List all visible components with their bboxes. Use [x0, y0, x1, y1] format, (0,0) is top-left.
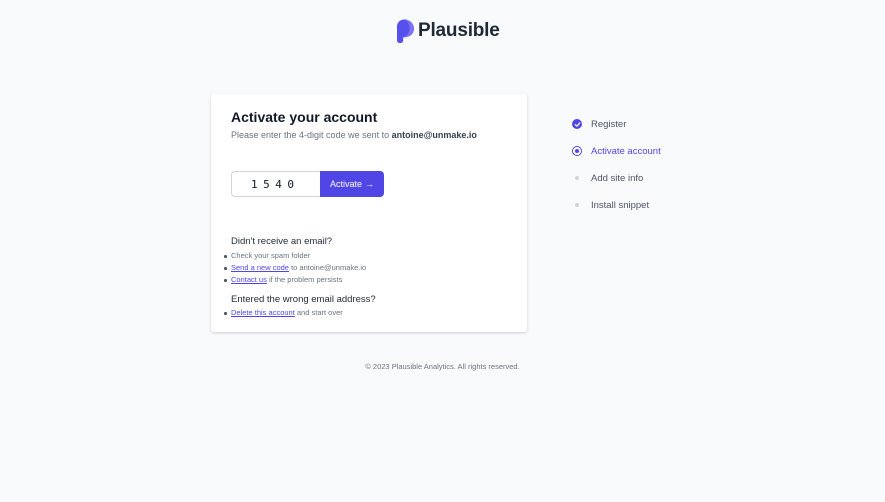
spam-folder-tip: Check your spam folder [231, 251, 311, 260]
wrong-email-heading: Entered the wrong email address? [231, 294, 376, 305]
contact-us-suffix: if the problem persists [268, 275, 343, 284]
delete-account-link[interactable]: Delete this account [231, 308, 295, 317]
send-new-code-suffix: to antoine@unmake.io [291, 263, 367, 272]
step-label: Add site info [591, 172, 644, 184]
pending-step-icon [572, 200, 582, 210]
activation-card: Activate your account Please enter the 4… [211, 94, 527, 332]
no-email-list: Check your spam folder Send a new code t… [223, 250, 367, 286]
activate-button[interactable]: Activate → [320, 171, 384, 197]
check-circle-icon [572, 119, 582, 129]
list-item: Check your spam folder [223, 250, 366, 262]
step-add-site-info: Add site info [572, 171, 661, 185]
list-item: Contact us if the problem persists [223, 274, 366, 286]
contact-us-link[interactable]: Contact us [231, 275, 267, 284]
list-item: Delete this account and start over [224, 307, 343, 319]
plausible-logo-icon [397, 19, 414, 43]
footer-copyright: © 2023 Plausible Analytics. All rights r… [365, 362, 520, 371]
activation-page: Plausible Activate your account Please e… [0, 0, 885, 502]
arrow-right-icon: → [365, 179, 374, 189]
code-sent-text: Please enter the 4-digit code we sent to [231, 130, 390, 140]
step-install-snippet: Install snippet [572, 198, 661, 212]
sent-email: antoine@unmake.io [391, 130, 477, 140]
wrong-email-list: Delete this account and start over [224, 307, 343, 319]
step-register: Register [572, 117, 661, 131]
plausible-logo[interactable]: Plausible [395, 18, 500, 44]
activation-code-input[interactable] [231, 171, 320, 197]
no-email-heading: Didn't receive an email? [231, 236, 333, 247]
step-label: Install snippet [591, 199, 650, 211]
pending-step-icon [572, 173, 582, 183]
delete-account-suffix: and start over [296, 308, 343, 317]
code-sent-message: Please enter the 4-digit code we sent to… [231, 130, 477, 140]
step-label: Activate account [591, 145, 661, 157]
activation-form: Activate → [231, 171, 384, 197]
onboarding-steps: Register Activate account Add site info … [572, 117, 661, 225]
logo-wordmark: Plausible [418, 20, 500, 41]
current-step-icon [572, 146, 582, 156]
page-title: Activate your account [231, 109, 378, 125]
send-new-code-link[interactable]: Send a new code [231, 263, 289, 272]
step-activate-account: Activate account [572, 144, 661, 158]
step-label: Register [591, 118, 627, 130]
activate-button-label: Activate [329, 179, 362, 189]
list-item: Send a new code to antoine@unmake.io [223, 262, 367, 274]
